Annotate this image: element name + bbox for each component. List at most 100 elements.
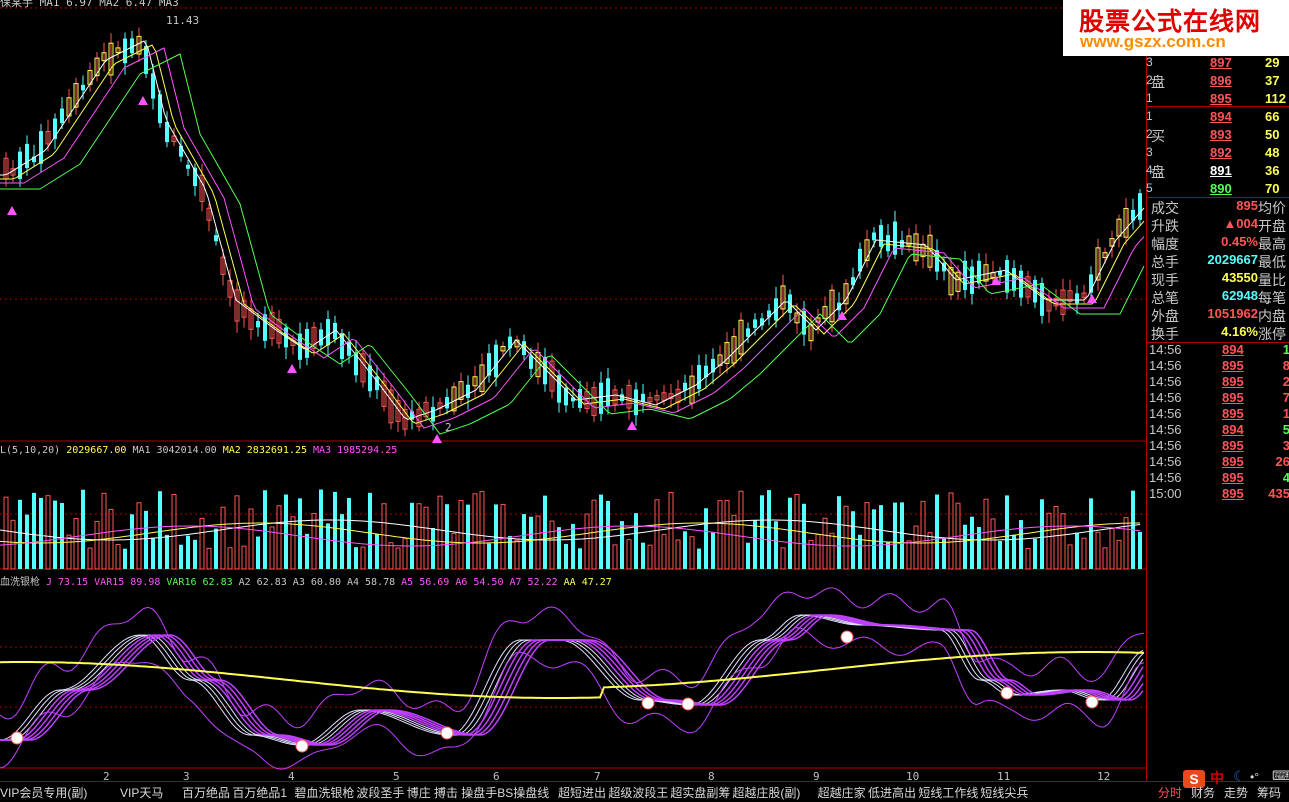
order-level-index: 3 bbox=[1146, 55, 1153, 69]
candle-body bbox=[879, 225, 883, 247]
candle-body bbox=[179, 145, 183, 157]
ime-keyboard-icon[interactable]: ⌨ bbox=[1272, 768, 1289, 784]
buy-signal-icon bbox=[7, 206, 17, 215]
smiley-signal-icon bbox=[10, 731, 24, 745]
buy-side-label-2: 盘 bbox=[1151, 164, 1165, 180]
bid-price[interactable]: 893 bbox=[1210, 127, 1232, 142]
candle-body bbox=[81, 84, 85, 91]
indicator-tab[interactable]: 超短进出 bbox=[558, 784, 606, 801]
bid-price[interactable]: 891 bbox=[1210, 163, 1232, 178]
volume-bar bbox=[578, 548, 582, 569]
volume-bar bbox=[451, 532, 457, 570]
volume-bar bbox=[654, 499, 660, 570]
volume-bar bbox=[360, 546, 366, 570]
view-tab[interactable]: 分时 bbox=[1158, 784, 1182, 801]
custom-indicator-name: 血洗银枪 bbox=[0, 577, 40, 588]
ime-moon-icon[interactable]: ☾ bbox=[1233, 768, 1246, 785]
stat-label-right: 最低 bbox=[1258, 254, 1286, 270]
stat-value: 2029667 bbox=[1207, 252, 1258, 267]
volume-bar bbox=[514, 539, 520, 570]
indicator-tab[interactable]: 低进高出 bbox=[868, 784, 916, 801]
bid-price[interactable]: 892 bbox=[1210, 145, 1232, 160]
indicator-value: A4 58.78 bbox=[346, 577, 396, 588]
ask-price[interactable]: 897 bbox=[1210, 55, 1232, 70]
stat-value: 0.45% bbox=[1221, 234, 1258, 249]
indicator-value: J 73.15 bbox=[46, 577, 89, 588]
indicator-tab[interactable]: 超越庄家 bbox=[818, 784, 866, 801]
indicator-tab[interactable]: 搏击 bbox=[434, 784, 458, 801]
stat-label: 外盘 bbox=[1151, 308, 1179, 324]
indicator-tab[interactable]: 短线工作线 bbox=[918, 784, 978, 801]
ime-punct-icon[interactable]: •° bbox=[1250, 770, 1259, 784]
volume-bar bbox=[935, 494, 939, 569]
indicator-tab[interactable]: 百万绝品 bbox=[182, 784, 230, 801]
candle-body bbox=[144, 46, 148, 74]
volume-bar bbox=[1095, 531, 1101, 570]
indicator-tab[interactable]: 波段圣手 bbox=[356, 784, 404, 801]
stat-label-right: 内盘 bbox=[1258, 308, 1286, 324]
custom-indicator-header: 血洗银枪 J 73.15 VAR15 89.98 VAR16 62.83 A2 62.8… bbox=[0, 573, 624, 588]
order-level-index: 1 bbox=[1146, 109, 1153, 123]
volume-bar bbox=[234, 495, 240, 570]
volume-bar bbox=[1060, 513, 1066, 570]
tick-volume: 7 bbox=[1282, 390, 1289, 405]
volume-bar bbox=[395, 547, 401, 570]
indicator-value: AA 47.27 bbox=[563, 577, 612, 588]
volume-bar bbox=[753, 519, 757, 569]
indicator-tab[interactable]: 碧血洗银枪 bbox=[294, 784, 354, 801]
volume-bar bbox=[206, 547, 212, 570]
indicator-tab[interactable]: 操盘手BS操盘线 bbox=[461, 784, 549, 801]
volume-bar bbox=[214, 528, 218, 569]
indicator-tab[interactable]: 超实盘副筹 bbox=[670, 784, 730, 801]
volume-bar bbox=[1123, 517, 1129, 570]
ask-price[interactable]: 895 bbox=[1210, 91, 1232, 106]
volume-bar bbox=[564, 543, 568, 569]
chart-canvas[interactable]: 11.43 2 bbox=[0, 0, 1146, 772]
indicator-tab[interactable]: 百万绝品1 bbox=[232, 784, 287, 801]
volume-indicator-value: 2029667.00 bbox=[66, 445, 127, 456]
indicator-tab[interactable]: VIP天马 bbox=[120, 784, 163, 801]
volume-bar bbox=[130, 514, 134, 569]
volume-bar bbox=[45, 495, 51, 570]
indicator-value: VAR15 89.98 bbox=[94, 577, 161, 588]
candle-body bbox=[620, 394, 624, 402]
candle-body bbox=[1005, 260, 1009, 293]
volume-bar bbox=[970, 516, 974, 569]
indicator-tab[interactable]: 超越庄股(副) bbox=[732, 784, 800, 801]
ask-price[interactable]: 896 bbox=[1210, 73, 1232, 88]
buy-signal-icon bbox=[287, 364, 297, 373]
bid-price[interactable]: 890 bbox=[1210, 181, 1232, 196]
tick-price: 895 bbox=[1222, 406, 1244, 421]
indicator-tab[interactable]: 博庄 bbox=[407, 784, 431, 801]
volume-bar bbox=[445, 504, 449, 569]
candle-body bbox=[753, 319, 757, 328]
tick-price: 895 bbox=[1222, 358, 1244, 373]
indicator-lines bbox=[0, 587, 1145, 770]
tick-time: 15:00 bbox=[1149, 486, 1182, 501]
candle-body bbox=[25, 143, 29, 169]
volume-bar bbox=[1075, 532, 1079, 569]
peak-price-label: 11.43 bbox=[166, 14, 199, 27]
candle-body bbox=[368, 365, 372, 392]
view-tab[interactable]: 走势 bbox=[1224, 784, 1248, 801]
bid-price[interactable]: 894 bbox=[1210, 109, 1232, 124]
volume-bar bbox=[1053, 506, 1059, 570]
volume-bar bbox=[529, 516, 533, 569]
ask-volume: 37 bbox=[1265, 73, 1280, 88]
ma-line bbox=[0, 47, 1145, 429]
stat-label: 总手 bbox=[1151, 254, 1179, 270]
volume-bar bbox=[66, 534, 72, 570]
indicator-tab[interactable]: 短线尖兵 bbox=[980, 784, 1028, 801]
volume-bar bbox=[1116, 539, 1122, 570]
indicator-tab[interactable]: 超级波段王 bbox=[608, 784, 668, 801]
volume-bar bbox=[241, 545, 247, 570]
volume-bar bbox=[668, 492, 674, 570]
view-tab[interactable]: 筹码 bbox=[1257, 784, 1281, 801]
indicator-tab[interactable]: VIP会员专用(副) bbox=[0, 784, 87, 801]
tick-time: 14:56 bbox=[1149, 422, 1182, 437]
candle-body bbox=[1019, 270, 1023, 298]
stat-label-right: 涨停 bbox=[1258, 326, 1286, 342]
view-tab[interactable]: 财务 bbox=[1191, 784, 1215, 801]
volume-bar bbox=[227, 547, 233, 570]
volume-bar bbox=[487, 543, 491, 569]
